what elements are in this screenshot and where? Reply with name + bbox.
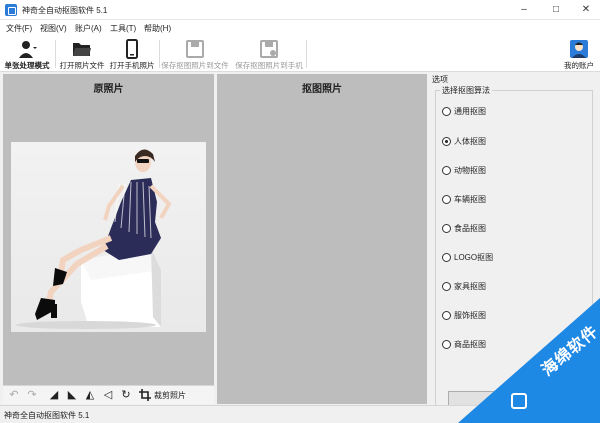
algo-option-food[interactable]: 食品抠图 (442, 222, 486, 234)
radio-button[interactable] (442, 252, 451, 262)
window-title: 神奇全自动抠图软件 5.1 (22, 6, 108, 15)
redo-icon[interactable]: ↷ (25, 388, 39, 402)
menu-help[interactable]: 帮助(H) (144, 23, 171, 34)
menu-bar: 文件(F) 视图(V) 账户(A) 工具(T) 帮助(H) (0, 20, 600, 36)
open-phone-button[interactable]: 打开手机照片 (107, 36, 157, 72)
folder-icon (73, 43, 91, 56)
original-photo (11, 142, 206, 332)
algo-option-label: 人体抠图 (454, 136, 486, 146)
radio-button-checked[interactable] (442, 136, 451, 146)
algorithm-group: 选择抠图算法 通用抠图 人体抠图 动物抠图 车辆抠图 食品抠图 LOGO抠图 家… (435, 85, 593, 423)
radio-button[interactable] (442, 106, 451, 116)
photo-edit-toolbar: ↶ ↷ ◢ ◣ ◭ ◁ ↻ 裁剪照片 (3, 385, 214, 404)
toolbar: 单张处理模式 打开照片文件 打开手机照片 保存抠图照片到文件 保存抠图照片到手机 (0, 36, 600, 72)
toolbar-separator (55, 40, 56, 68)
title-bar: 神奇全自动抠图软件 5.1 – □ ✕ (0, 0, 600, 20)
options-header: 选项 (432, 75, 448, 84)
radio-button[interactable] (442, 310, 451, 320)
menu-view[interactable]: 视图(V) (40, 23, 67, 34)
crop-icon (139, 389, 151, 401)
open-phone-label: 打开手机照片 (109, 61, 155, 70)
crop-photo-label: 裁剪照片 (154, 390, 186, 400)
save-to-file-button[interactable]: 保存抠图照片到文件 (158, 36, 232, 72)
algo-option-general[interactable]: 通用抠图 (442, 105, 486, 117)
flip-vertical-icon[interactable]: ◣ (65, 388, 79, 402)
algo-option-label: 车辆抠图 (454, 194, 486, 204)
radio-button[interactable] (442, 281, 451, 291)
radio-button[interactable] (442, 223, 451, 233)
algo-option-logo[interactable]: LOGO抠图 (442, 251, 493, 263)
algo-option-label: 商品抠图 (454, 339, 486, 349)
original-photo-title: 原照片 (93, 84, 124, 95)
cutout-photo-title: 抠图照片 (302, 84, 342, 95)
crop-photo-button[interactable]: 裁剪照片 (139, 388, 186, 402)
save-icon (186, 40, 204, 58)
cutout-photo-panel: 抠图照片 (217, 74, 427, 404)
open-photo-label: 打开照片文件 (59, 61, 105, 70)
algo-option-label: LOGO抠图 (454, 252, 494, 262)
account-button[interactable]: 我的账户 (560, 36, 598, 72)
menu-file[interactable]: 文件(F) (6, 23, 32, 34)
toolbar-separator (306, 40, 307, 68)
minimize-button[interactable]: – (509, 0, 539, 20)
user-icon (19, 41, 37, 58)
single-mode-label: 单张处理模式 (4, 61, 50, 70)
app-icon (5, 4, 17, 16)
algo-option-label: 动物抠图 (454, 165, 486, 175)
undo-icon[interactable]: ↶ (7, 388, 21, 402)
avatar-icon (570, 40, 588, 58)
algo-option-product[interactable]: 商品抠图 (442, 338, 486, 350)
algo-option-vehicle[interactable]: 车辆抠图 (442, 193, 486, 205)
algo-option-label: 家具抠图 (454, 281, 486, 291)
algo-option-label: 服饰抠图 (454, 310, 486, 320)
save-to-phone-button[interactable]: 保存抠图照片到手机 (232, 36, 306, 72)
radio-button[interactable] (442, 339, 451, 349)
status-text: 神奇全自动抠图软件 5.1 (4, 411, 90, 420)
status-bar: 神奇全自动抠图软件 5.1 (0, 405, 600, 423)
save-to-file-label: 保存抠图照片到文件 (161, 61, 229, 70)
menu-tools[interactable]: 工具(T) (110, 23, 136, 34)
mirror-icon[interactable]: ◭ (83, 388, 97, 402)
account-label: 我的账户 (564, 61, 594, 70)
algo-option-furniture[interactable]: 家具抠图 (442, 280, 486, 292)
close-button[interactable]: ✕ (571, 0, 600, 20)
radio-button[interactable] (442, 194, 451, 204)
original-photo-panel: 原照片 (3, 74, 214, 404)
algo-option-label: 食品抠图 (454, 223, 486, 233)
phone-icon (126, 39, 138, 59)
maximize-button[interactable]: □ (541, 0, 571, 20)
flip-horizontal-icon[interactable]: ◢ (47, 388, 61, 402)
algo-option-portrait[interactable]: 人体抠图 (442, 135, 486, 147)
menu-account[interactable]: 账户(A) (75, 23, 102, 34)
open-photo-button[interactable]: 打开照片文件 (57, 36, 107, 72)
algo-option-label: 通用抠图 (454, 106, 486, 116)
radio-button[interactable] (442, 165, 451, 175)
algo-option-animal[interactable]: 动物抠图 (442, 164, 486, 176)
save-to-phone-label: 保存抠图照片到手机 (235, 61, 303, 70)
save-phone-icon (260, 40, 278, 58)
watermark-logo (511, 393, 527, 409)
rotate-right-icon[interactable]: ↻ (119, 388, 133, 402)
rotate-left-icon[interactable]: ◁ (101, 388, 115, 402)
single-mode-button[interactable]: 单张处理模式 (2, 36, 52, 72)
algorithm-group-label: 选择抠图算法 (440, 85, 492, 96)
algo-option-clothing[interactable]: 服饰抠图 (442, 309, 486, 321)
